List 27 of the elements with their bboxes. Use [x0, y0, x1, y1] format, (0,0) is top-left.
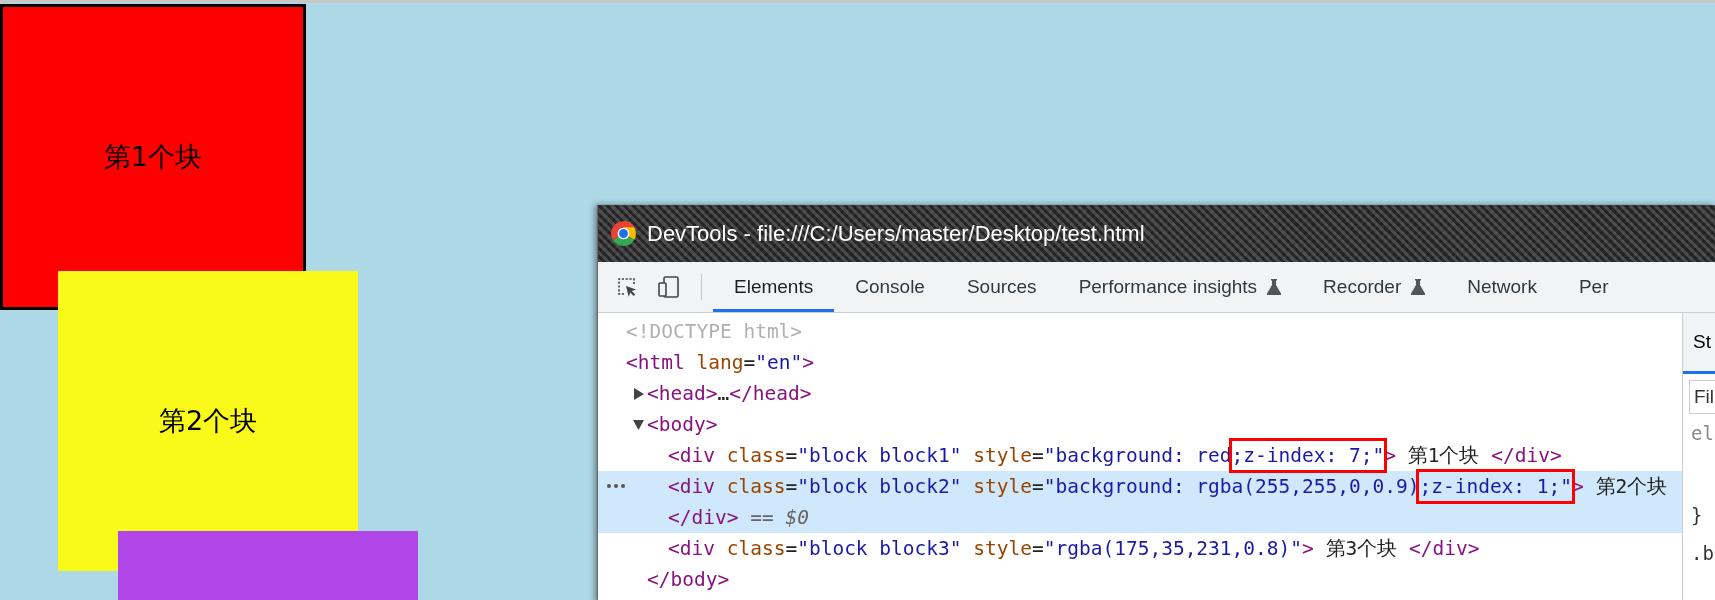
browser-logo-icon — [610, 220, 637, 247]
code-line[interactable]: </div> == $0 — [668, 502, 809, 533]
panel-tab[interactable]: Performance insights — [1057, 265, 1303, 312]
collapse-triangle-icon[interactable] — [633, 418, 644, 431]
panel-tab[interactable]: Recorder — [1302, 265, 1447, 312]
panel-tab[interactable]: Sources — [945, 265, 1058, 312]
block-label: 第1个块 — [103, 140, 203, 174]
style-rule-text: } — [1690, 504, 1704, 526]
code-line[interactable]: <head>…</head> — [647, 378, 812, 409]
panel-tab[interactable]: Per — [1557, 265, 1630, 312]
device-toolbar-icon[interactable] — [657, 275, 681, 299]
code-line[interactable]: <body> — [647, 409, 718, 440]
block-label: 第2个块 — [158, 404, 258, 438]
sidebar-tab[interactable]: St — [1683, 313, 1715, 374]
more-icon — [606, 483, 626, 489]
style-rule-text: .b — [1690, 542, 1715, 564]
panel-tab[interactable]: Elements — [713, 265, 835, 312]
code-line[interactable]: <html lang="en"> — [626, 347, 814, 378]
inspect-icon[interactable] — [615, 275, 639, 299]
style-rule-text: el — [1690, 422, 1715, 444]
panel-tab[interactable]: Network — [1446, 265, 1558, 312]
window-title: DevTools - file:///C:/Users/master/Desktop/test.html — [647, 220, 1145, 247]
filter-field[interactable]: Fil — [1689, 380, 1715, 414]
code-line[interactable]: </body> — [647, 564, 730, 595]
panel-tab[interactable]: Console — [834, 265, 946, 312]
code-line[interactable]: <div class="block block3" style="rgba(175,35,231,0.8)"> 第3个块 </div> — [668, 533, 1480, 564]
expand-triangle-icon[interactable] — [633, 387, 644, 400]
